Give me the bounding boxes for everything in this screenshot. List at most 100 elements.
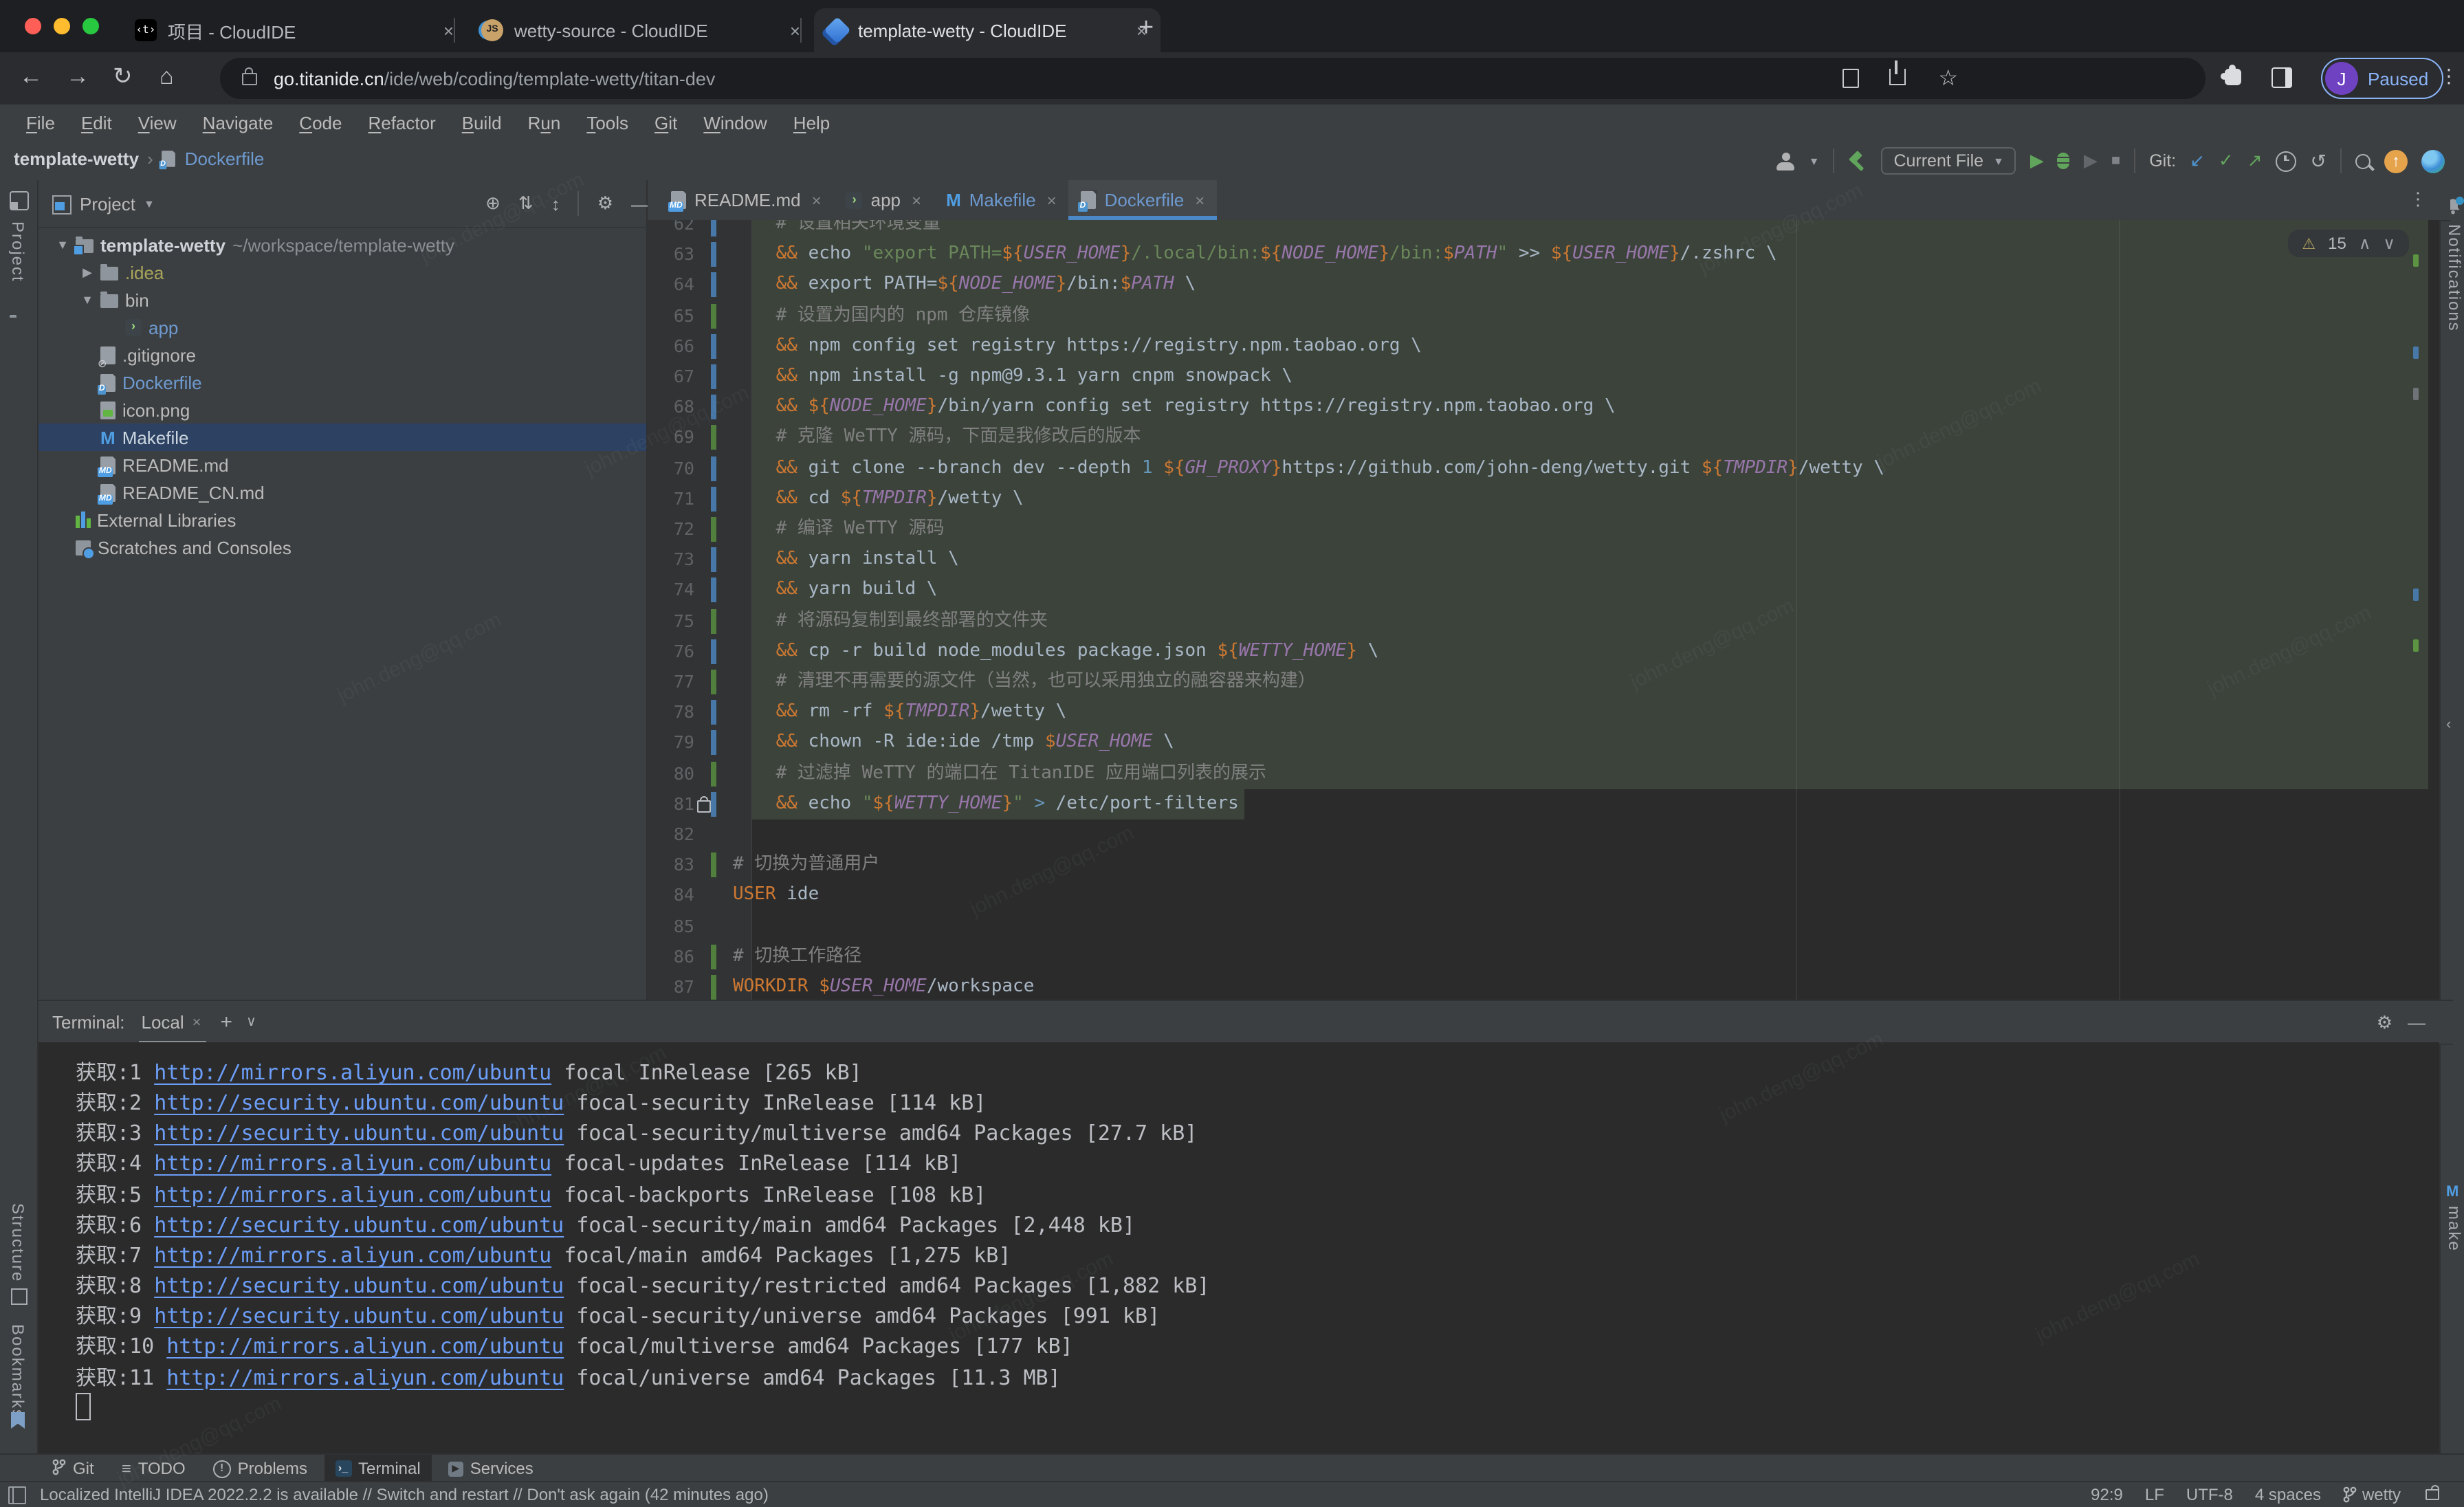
tool-button-problems[interactable]: !Problems [202,1455,318,1482]
line-ending[interactable]: LF [2145,1485,2164,1504]
git-commit-icon[interactable]: ✓ [2219,150,2234,172]
history-clock-icon[interactable] [2276,151,2297,171]
stripe-structure-label[interactable]: Structure [8,1203,28,1282]
back-icon[interactable]: ← [19,63,43,91]
breadcrumb-file[interactable]: Dockerfile [185,148,265,169]
close-tab-icon[interactable]: × [912,190,921,210]
tree-chevron-icon[interactable]: ▼ [56,238,69,252]
menu-build[interactable]: Build [450,109,514,138]
editor-tab-app[interactable]: ›app× [834,180,934,220]
menu-help[interactable]: Help [781,109,843,138]
browser-tab-1[interactable]: ‹t›项目 - CloudIDE× [121,8,468,52]
menu-run[interactable]: Run [516,109,573,138]
browser-tab-2[interactable]: JSwetty-source - CloudIDE× [468,8,814,52]
terminal-url-link[interactable]: http://mirrors.aliyun.com/ubuntu [154,1152,551,1176]
editor-tab-readme-md[interactable]: MDREADME.md× [659,180,834,220]
locate-file-icon[interactable]: ⊕ [485,192,500,214]
menu-git[interactable]: Git [642,109,690,138]
terminal-settings-gear-icon[interactable]: ⚙ [2377,1011,2392,1033]
structure-icon[interactable] [11,1288,28,1305]
side-panel-icon[interactable] [2272,67,2292,88]
new-tab-button[interactable]: + [1138,14,1154,44]
close-tab-icon[interactable]: × [443,20,454,41]
terminal-tab-local[interactable]: Local × [139,1001,207,1044]
panel-options-gear-icon[interactable]: ⚙ [597,192,613,214]
close-tab-icon[interactable]: × [812,190,822,210]
breadcrumb-project[interactable]: template-wetty [14,148,139,169]
layout-icon[interactable] [8,1486,26,1504]
tree-chevron-icon[interactable]: ▼ [81,293,94,307]
tree-item-template-wetty[interactable]: ▼template-wetty ~/workspace/template-wet… [38,231,646,258]
git-push-icon[interactable]: ↗ [2247,150,2263,172]
project-panel-title[interactable]: Project [80,193,135,214]
menu-navigate[interactable]: Navigate [190,109,286,138]
update-available-icon[interactable]: ↑ [2384,149,2408,173]
mac-close-button[interactable] [25,18,41,34]
run-config-select[interactable]: Current File▼ [1881,147,2016,175]
menu-code[interactable]: Code [287,109,354,138]
expand-all-icon[interactable]: ⇅ [518,192,534,214]
terminal-url-link[interactable]: http://security.ubuntu.com/ubuntu [154,1090,564,1115]
menu-edit[interactable]: Edit [69,109,124,138]
terminal-dropdown-icon[interactable]: ∨ [246,1015,256,1030]
unlock-icon[interactable] [2426,1489,2439,1500]
share-icon[interactable] [1889,69,1906,85]
menu-file[interactable]: File [14,109,67,138]
terminal-url-link[interactable]: http://security.ubuntu.com/ubuntu [154,1213,564,1238]
tree-item-bin[interactable]: ▼bin [38,286,646,314]
new-terminal-icon[interactable]: + [221,1011,233,1034]
run-icon[interactable]: ▶ [2030,150,2044,172]
menu-refactor[interactable]: Refactor [355,109,448,138]
terminal-url-link[interactable]: http://mirrors.aliyun.com/ubuntu [166,1334,564,1359]
collapse-all-icon[interactable]: ↕ [551,193,560,214]
debug-icon[interactable] [2058,153,2070,169]
coverage-icon[interactable]: ▶ [2084,150,2098,172]
editor-tab-options-icon[interactable]: ⋮ [2409,188,2427,210]
tree-item-app[interactable]: ›app [38,314,646,341]
stripe-project-label[interactable]: Project [8,221,28,283]
terminal-url-link[interactable]: http://mirrors.aliyun.com/ubuntu [166,1365,564,1389]
file-encoding[interactable]: UTF-8 [2186,1485,2233,1504]
make-tool-icon[interactable]: M [2446,1184,2458,1200]
profile-chip[interactable]: J Paused [2321,58,2443,99]
hide-panel-chevron-icon[interactable]: ‹ [2446,716,2451,733]
terminal-output[interactable]: 获取:1 http://mirrors.aliyun.com/ubuntu fo… [38,1042,2439,1453]
rollback-icon[interactable]: ↺ [2311,149,2326,173]
extensions-puzzle-icon[interactable] [2225,69,2241,85]
browser-menu-icon[interactable]: ⋮ [2439,65,2458,88]
stop-icon[interactable]: ■ [2111,153,2120,169]
hide-panel-icon[interactable]: — [631,193,649,214]
chevron-down-icon[interactable]: ▼ [144,197,155,210]
terminal-url-link[interactable]: http://mirrors.aliyun.com/ubuntu [154,1243,551,1268]
close-tab-icon[interactable]: × [1195,190,1204,210]
tree-item-readme-cn-md[interactable]: MDREADME_CN.md [38,478,646,506]
menu-tools[interactable]: Tools [574,109,641,138]
git-branch-widget[interactable]: wetty [2343,1485,2401,1504]
caret-position[interactable]: 92:9 [2091,1485,2123,1504]
tree-item-icon-png[interactable]: icon.png [38,396,646,424]
tree-item-makefile[interactable]: MMakefile [38,424,646,451]
tree-item-scratches-and-consoles[interactable]: Scratches and Consoles [38,534,646,561]
tree-item-readme-md[interactable]: MDREADME.md [38,451,646,478]
terminal-url-link[interactable]: http://security.ubuntu.com/ubuntu [154,1304,564,1328]
stripe-make-label[interactable]: make [2445,1206,2464,1252]
tree-item--idea[interactable]: ▶.idea [38,258,646,286]
next-warning-icon[interactable]: ∨ [2383,234,2395,253]
editor-tab-dockerfile[interactable]: DDockerfile× [1069,180,1218,220]
clipboard-icon[interactable] [1842,69,1859,88]
bookmark-star-icon[interactable]: ☆ [1938,65,1958,92]
menu-window[interactable]: Window [691,109,780,138]
tool-button-terminal[interactable]: ›_Terminal [324,1455,432,1482]
terminal-url-link[interactable]: http://security.ubuntu.com/ubuntu [154,1121,564,1146]
stripe-bookmarks-label[interactable]: Bookmarks [8,1324,28,1419]
terminal-url-link[interactable]: http://mirrors.aliyun.com/ubuntu [154,1182,551,1207]
terminal-url-link[interactable]: http://mirrors.aliyun.com/ubuntu [154,1060,551,1085]
stripe-notifications-label[interactable]: Notifications [2445,224,2464,332]
project-tool-icon[interactable] [10,191,29,210]
tree-item-external-libraries[interactable]: External Libraries [38,506,646,534]
ide-logo-icon[interactable] [2421,149,2445,173]
build-hammer-icon[interactable] [1848,151,1867,170]
editor-tab-makefile[interactable]: MMakefile× [934,180,1069,220]
close-icon[interactable]: × [192,1014,201,1031]
inspections-widget[interactable]: ⚠ 15 ∧ ∨ [2288,230,2409,257]
